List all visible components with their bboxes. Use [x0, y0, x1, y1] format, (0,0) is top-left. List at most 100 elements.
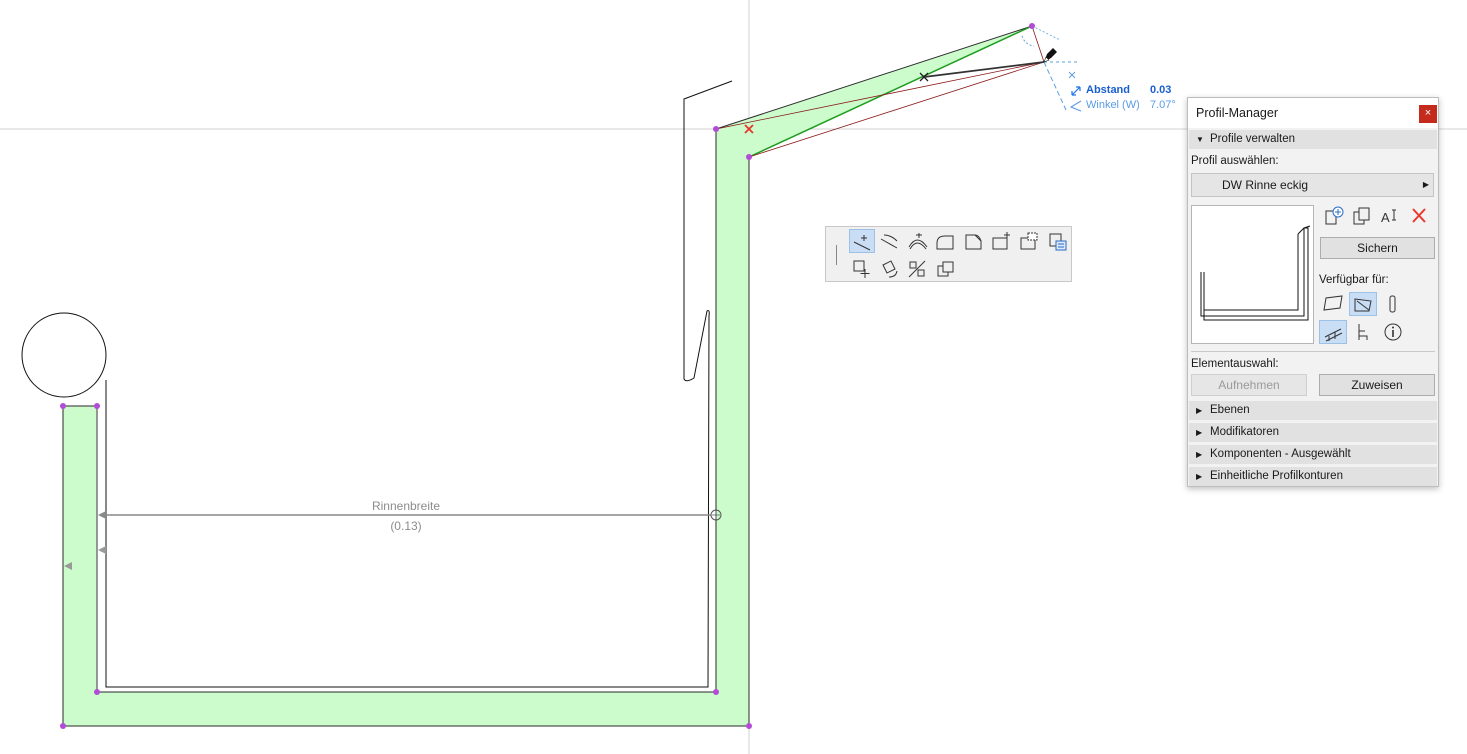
collapsed-triangle-icon: ▶	[1196, 428, 1203, 437]
available-railing-button[interactable]	[1319, 320, 1347, 344]
assign-button[interactable]: Zuweisen	[1319, 374, 1435, 396]
collapsed-triangle-icon: ▶	[1196, 406, 1203, 415]
profile-preview	[1191, 205, 1314, 344]
curve-edge-icon	[908, 233, 928, 250]
delete-profile-button[interactable]	[1406, 204, 1434, 228]
selected-profile-value: DW Rinne eckig	[1222, 178, 1309, 192]
dimension-arrow-left-icon	[98, 511, 106, 519]
add-node-icon	[853, 235, 871, 251]
column-icon	[1389, 295, 1396, 313]
profile-node[interactable]	[60, 723, 66, 729]
profile-node[interactable]	[713, 689, 719, 695]
profile-preview-shape	[1200, 225, 1311, 321]
drag-copy-icon	[937, 261, 954, 277]
profile-node[interactable]	[713, 126, 719, 132]
subtract-polygon-icon	[1020, 232, 1038, 250]
close-button[interactable]: ×	[1419, 105, 1437, 123]
distance-icon	[1071, 86, 1081, 96]
gutter-bead-circle	[21, 312, 107, 398]
section-components-label: Komponenten - Ausgewählt	[1210, 448, 1351, 460]
section-modifiers[interactable]: ▶ Modifikatoren	[1189, 423, 1437, 442]
pet-subtract-polygon-button[interactable]	[1017, 229, 1043, 253]
info-icon	[1384, 323, 1402, 341]
rename-profile-icon: A	[1381, 209, 1396, 225]
dimension-value: (0.13)	[390, 519, 421, 533]
available-object-button[interactable]	[1349, 320, 1377, 344]
tracker-distance-value[interactable]: 0.03	[1150, 83, 1171, 98]
pet-rotate-button[interactable]	[877, 257, 903, 281]
panel-separator	[1191, 351, 1435, 352]
coordinate-tracker: Abstand 0.03 Winkel (W) 7.07°	[1068, 83, 1186, 115]
available-info-button[interactable]	[1379, 320, 1407, 344]
section-modifiers-label: Modifikatoren	[1210, 426, 1280, 438]
railing-icon	[1324, 328, 1343, 342]
expanded-triangle-icon: ▼	[1196, 135, 1204, 144]
offset-arrow-icon	[98, 546, 106, 554]
dropdown-arrow-icon: ▶	[1422, 180, 1429, 189]
select-profile-label: Profil auswählen:	[1191, 155, 1279, 167]
section-manage-profiles-label: Profile verwalten	[1210, 133, 1296, 145]
edit-profile-icon	[1049, 233, 1067, 251]
svg-text:A: A	[1381, 210, 1390, 225]
pet-mirror-button[interactable]	[905, 257, 931, 281]
section-components[interactable]: ▶ Komponenten - Ausgewählt	[1189, 445, 1437, 464]
tracker-dash-diagonal	[1043, 61, 1067, 111]
duplicate-profile-icon	[1353, 207, 1370, 225]
collapsed-triangle-icon: ▶	[1196, 450, 1203, 459]
profile-manager-titlebar[interactable]: Profil-Manager ×	[1188, 98, 1438, 128]
offset-edge-icon	[880, 234, 898, 249]
profile-node[interactable]	[60, 403, 66, 409]
profile-manager-title: Profil-Manager	[1196, 106, 1278, 120]
profile-node[interactable]	[94, 689, 100, 695]
section-layers-label: Ebenen	[1210, 404, 1250, 416]
tracker-x-mark	[1068, 71, 1076, 79]
profile-node[interactable]	[94, 403, 100, 409]
profile-node[interactable]	[1029, 23, 1035, 29]
pet-move-button[interactable]	[849, 257, 875, 281]
beam-icon	[1354, 298, 1372, 312]
roof-outline	[105, 80, 733, 688]
section-layers[interactable]: ▶ Ebenen	[1189, 401, 1437, 420]
tracker-angle-label: Winkel (W)	[1086, 99, 1140, 111]
profile-node[interactable]	[746, 154, 752, 160]
pet-edit-profile-button[interactable]	[1045, 229, 1071, 253]
new-profile-button[interactable]	[1321, 204, 1349, 228]
pet-add-node-button[interactable]	[849, 229, 875, 253]
move-icon	[853, 260, 870, 278]
section-manage-profiles[interactable]: ▼ Profile verwalten	[1189, 130, 1437, 149]
new-profile-icon	[1325, 206, 1344, 225]
element-selection-label: Elementauswahl:	[1191, 358, 1279, 370]
object-chair-icon	[1358, 324, 1368, 340]
pet-offset-edge-button[interactable]	[877, 229, 903, 253]
fillet-icon	[936, 235, 954, 250]
available-beam-button[interactable]	[1349, 292, 1377, 316]
pick-up-button[interactable]: Aufnehmen	[1191, 374, 1307, 396]
pet-drag-copy-button[interactable]	[933, 257, 959, 281]
dimension-label: Rinnenbreite	[372, 499, 440, 513]
tracker-distance-label: Abstand	[1086, 84, 1130, 96]
gutter-profile[interactable]	[62, 25, 1033, 727]
chamfer-icon	[965, 234, 982, 250]
profile-select-dropdown[interactable]: DW Rinne eckig ▶	[1191, 173, 1434, 197]
available-wall-button[interactable]	[1319, 292, 1347, 316]
save-button[interactable]: Sichern	[1320, 237, 1435, 259]
profile-node[interactable]	[746, 723, 752, 729]
pet-add-polygon-button[interactable]	[989, 229, 1015, 253]
duplicate-profile-button[interactable]	[1349, 204, 1377, 228]
pet-curve-edge-button[interactable]	[905, 229, 931, 253]
pet-palette-grip[interactable]	[836, 245, 837, 265]
preview-edge-outer	[715, 61, 1045, 130]
pet-fillet-button[interactable]	[933, 229, 959, 253]
tracker-angle-value[interactable]: 7.07°	[1150, 98, 1176, 113]
section-contours[interactable]: ▶ Einheitliche Profilkonturen	[1189, 467, 1437, 486]
tracker-distance-row: Abstand 0.03	[1068, 83, 1186, 98]
pet-chamfer-button[interactable]	[961, 229, 987, 253]
available-for-label: Verfügbar für:	[1319, 274, 1389, 286]
rename-profile-button[interactable]: A	[1377, 204, 1405, 228]
delete-icon	[1412, 208, 1426, 223]
tracker-angle-row: Winkel (W) 7.07°	[1068, 98, 1186, 113]
section-contours-label: Einheitliche Profilkonturen	[1210, 470, 1343, 482]
available-column-button[interactable]	[1379, 292, 1407, 316]
profile-manager-panel: Profil-Manager × ▼ Profile verwalten Pro…	[1187, 97, 1439, 487]
collapsed-triangle-icon: ▶	[1196, 472, 1203, 481]
